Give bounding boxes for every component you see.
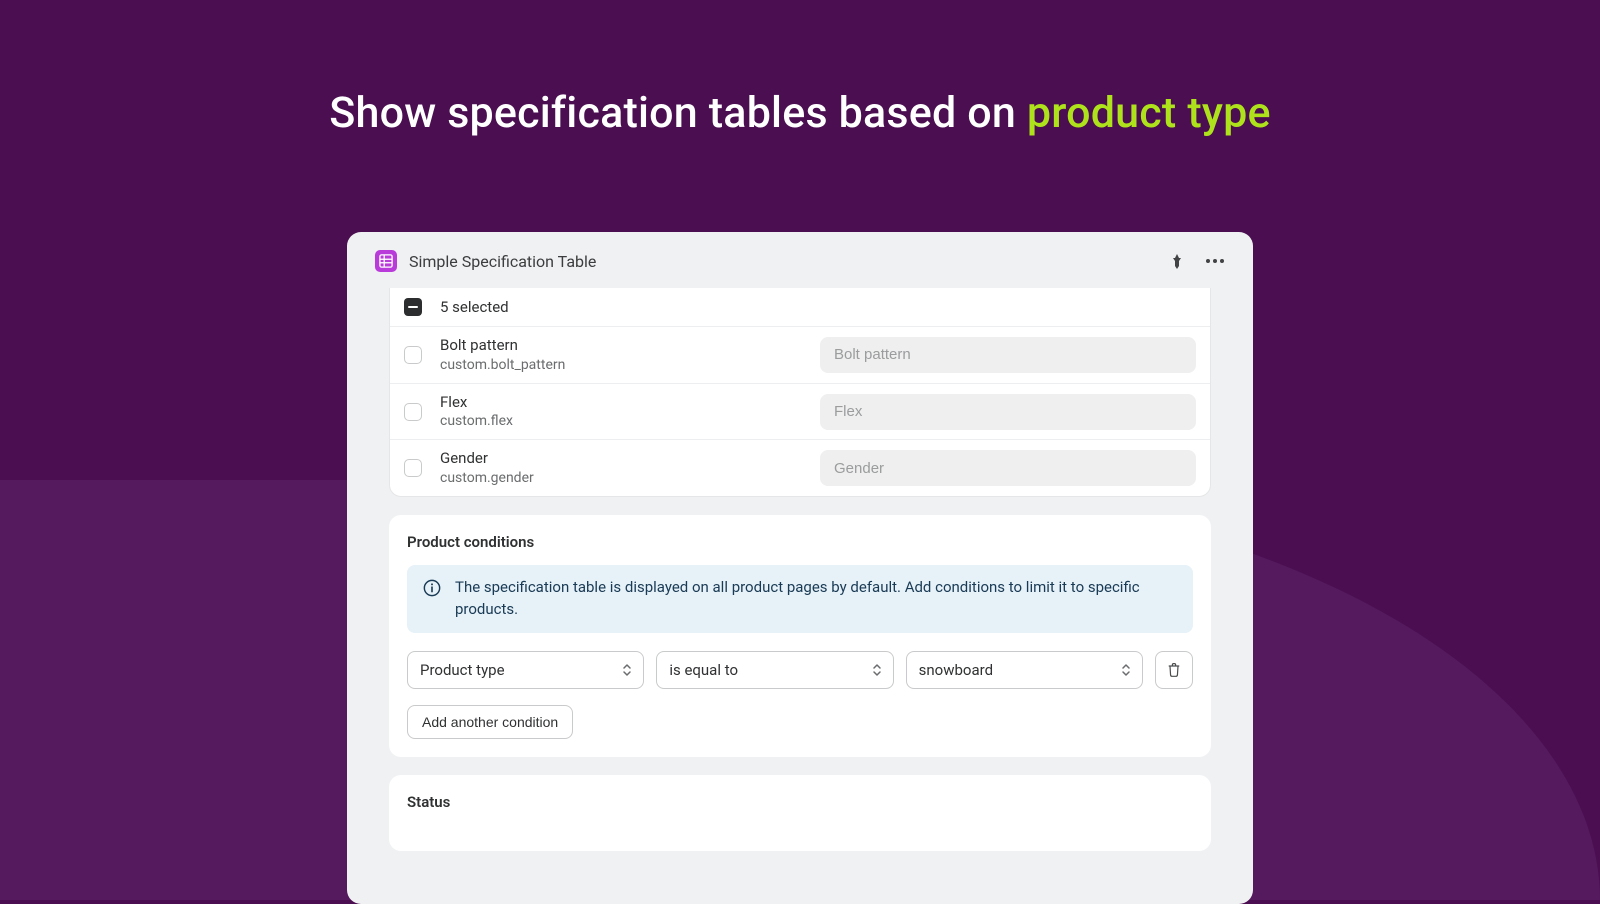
info-text: The specification table is displayed on … (455, 577, 1177, 621)
headline-accent: product type (1027, 88, 1271, 138)
conditions-panel: Product conditions The specification tab… (389, 515, 1211, 757)
row-label-input[interactable] (820, 337, 1196, 373)
row-name: Flex (440, 393, 820, 413)
table-row: Gender custom.gender (390, 440, 1210, 496)
selection-count-label: 5 selected (440, 298, 509, 316)
row-key: custom.bolt_pattern (440, 356, 820, 374)
chevron-updown-icon (621, 662, 633, 678)
row-name: Bolt pattern (440, 336, 820, 356)
selection-summary-row: 5 selected (390, 288, 1210, 327)
status-title: Status (407, 793, 1193, 811)
condition-value: snowboard (919, 661, 993, 679)
condition-row: Product type is equal to snowboard (407, 651, 1193, 689)
chevron-updown-icon (871, 662, 883, 678)
more-button[interactable] (1205, 251, 1225, 271)
info-banner: The specification table is displayed on … (407, 565, 1193, 633)
page-headline: Show specification tables based on produ… (0, 0, 1600, 138)
row-label-input[interactable] (820, 450, 1196, 486)
row-key: custom.gender (440, 469, 820, 487)
info-icon (423, 579, 441, 597)
row-key: custom.flex (440, 412, 820, 430)
conditions-title: Product conditions (407, 533, 1193, 551)
table-row: Flex custom.flex (390, 384, 1210, 441)
add-condition-label: Add another condition (422, 714, 558, 730)
row-checkbox[interactable] (404, 346, 422, 364)
row-name: Gender (440, 449, 820, 469)
app-table-icon (375, 250, 397, 272)
spec-list-panel: 5 selected Bolt pattern custom.bolt_patt… (389, 288, 1211, 497)
card-title: Simple Specification Table (409, 252, 1167, 271)
select-all-checkbox[interactable] (404, 298, 422, 316)
delete-condition-button[interactable] (1155, 651, 1193, 689)
app-card: Simple Specification Table 5 selected Bo… (347, 232, 1253, 904)
row-label-input[interactable] (820, 394, 1196, 430)
trash-icon (1166, 662, 1182, 678)
condition-operator-value: is equal to (669, 661, 738, 679)
condition-value-select[interactable]: snowboard (906, 651, 1143, 689)
condition-field-select[interactable]: Product type (407, 651, 644, 689)
condition-field-value: Product type (420, 661, 505, 679)
row-checkbox[interactable] (404, 459, 422, 477)
add-condition-button[interactable]: Add another condition (407, 705, 573, 739)
condition-operator-select[interactable]: is equal to (656, 651, 893, 689)
pin-button[interactable] (1167, 251, 1187, 271)
row-checkbox[interactable] (404, 403, 422, 421)
table-row: Bolt pattern custom.bolt_pattern (390, 327, 1210, 384)
headline-prefix: Show specification tables based on (329, 88, 1027, 138)
status-panel: Status (389, 775, 1211, 851)
card-header: Simple Specification Table (347, 232, 1253, 288)
chevron-updown-icon (1120, 662, 1132, 678)
